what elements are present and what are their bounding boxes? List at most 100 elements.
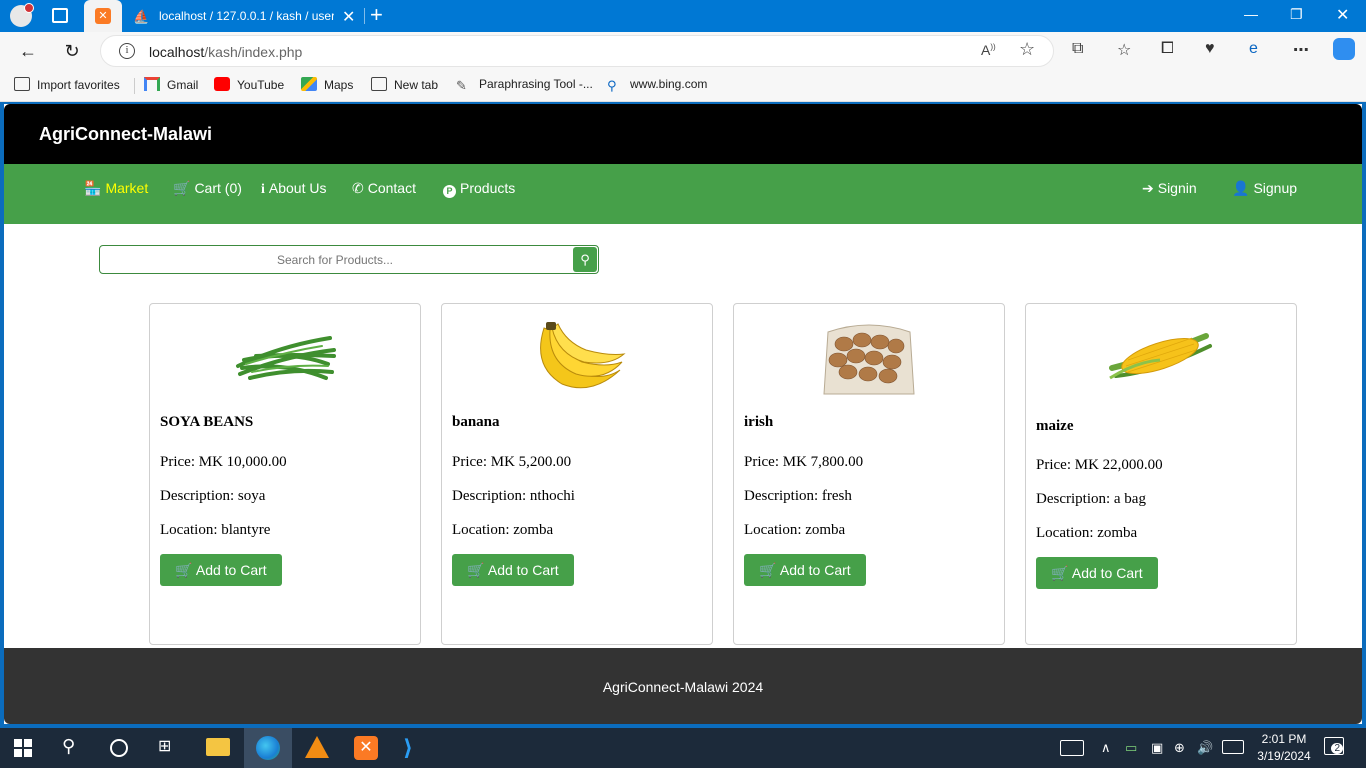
gmail-icon [144, 77, 160, 91]
taskbar: ⚲ ⊞ ✕ ⟩ ∧ ▭ ▣ ⊕ 🔊 2:01 PM 3/19/2024 2 [0, 728, 1366, 768]
product-card: SOYA BEANS Price: MK 10,000.00 Descripti… [149, 303, 421, 645]
tab-actions-icon[interactable] [52, 8, 68, 23]
favorites-bar: Import favorites Gmail YouTube Maps New … [0, 70, 1366, 102]
tab-xampp[interactable]: ✕ [84, 0, 122, 32]
keyboard-layout-icon[interactable] [1060, 740, 1084, 756]
vlc-icon[interactable] [305, 736, 329, 758]
network-icon[interactable]: ⊕ [1174, 740, 1185, 756]
site-title[interactable]: AgriConnect-Malawi [39, 124, 212, 145]
vscode-icon[interactable]: ⟩ [403, 736, 427, 760]
nav-signin[interactable]: ➔ Signin [1142, 180, 1197, 197]
read-aloud-icon[interactable]: A)) [981, 42, 996, 58]
site-info-icon[interactable]: i [119, 43, 135, 59]
search-button[interactable]: ⚲ [573, 247, 597, 272]
tab-active[interactable]: ⛵ localhost / 127.0.0.1 / kash / user ✕ [124, 4, 362, 32]
info-icon: i [261, 182, 265, 197]
refresh-icon[interactable]: ↻ [61, 40, 83, 62]
battery-icon[interactable]: ▭ [1125, 740, 1137, 756]
tray-chevron-icon[interactable]: ∧ [1101, 740, 1111, 756]
cart-icon: 🛒 [1051, 565, 1069, 581]
browser-titlebar: ✕ ⛵ localhost / 127.0.0.1 / kash / user … [0, 0, 1366, 32]
cart-icon: 🛒 [467, 562, 485, 578]
collections-icon[interactable]: ⧠ [1161, 40, 1174, 58]
favorite-youtube[interactable]: YouTube [214, 77, 284, 92]
new-tab-button[interactable]: + [370, 3, 383, 27]
product-location: Location: zomba [1036, 525, 1138, 541]
nav-signup[interactable]: 👤 Signup [1232, 180, 1297, 197]
favorite-newtab[interactable]: New tab [371, 77, 438, 92]
nav-market[interactable]: 🏪 Market [84, 180, 148, 197]
xampp-icon[interactable]: ✕ [354, 736, 378, 760]
favorite-bing[interactable]: ⚲ www.bing.com [607, 77, 707, 93]
cortana-icon[interactable] [110, 739, 128, 757]
green-beans-image [236, 336, 336, 380]
input-indicator-icon[interactable] [1222, 740, 1244, 754]
browser-essentials-icon[interactable]: ♥ [1205, 40, 1215, 58]
xampp-icon: ✕ [95, 8, 111, 24]
products-icon: P [443, 185, 456, 198]
maps-icon [301, 77, 317, 91]
favorite-import[interactable]: Import favorites [14, 77, 120, 92]
store-icon: 🏪 [84, 180, 102, 196]
tab-divider [364, 8, 365, 24]
notifications-icon[interactable]: 2 [1324, 737, 1344, 755]
product-card: irish Price: MK 7,800.00 Description: fr… [733, 303, 1005, 645]
cart-icon: 🛒 [759, 562, 777, 578]
product-location: Location: blantyre [160, 522, 271, 538]
windows-start-icon[interactable] [14, 739, 32, 757]
add-to-cart-button[interactable]: 🛒 Add to Cart [744, 554, 866, 586]
minimize-icon[interactable]: — [1244, 6, 1258, 22]
meet-now-icon[interactable]: ▣ [1151, 740, 1163, 756]
phone-icon: ✆ [352, 180, 364, 196]
volume-icon[interactable]: 🔊 [1197, 740, 1213, 756]
tab-close-icon[interactable]: ✕ [342, 7, 355, 27]
nav-cart[interactable]: 🛒 Cart (0) [173, 180, 242, 197]
import-icon [14, 77, 30, 91]
search-input[interactable] [100, 246, 570, 273]
nav-contact[interactable]: ✆ Contact [352, 180, 416, 197]
edge-browser-icon[interactable] [256, 736, 280, 760]
copilot-icon[interactable] [1333, 38, 1355, 60]
nav-products[interactable]: P Products [443, 180, 515, 198]
product-card: banana Price: MK 5,200.00 Description: n… [441, 303, 713, 645]
clock-time: 2:01 PM [1261, 732, 1307, 746]
profile-avatar-icon[interactable] [10, 3, 34, 27]
favorite-gmail[interactable]: Gmail [144, 77, 198, 92]
site-footer: AgriConnect-Malawi 2024 [4, 648, 1362, 724]
product-price: Price: MK 7,800.00 [744, 454, 864, 470]
search-icon[interactable]: ⚲ [62, 736, 86, 760]
task-view-icon[interactable]: ⊞ [158, 736, 182, 760]
product-name: irish [744, 414, 774, 430]
favorite-paraphrasing[interactable]: ✎ Paraphrasing Tool -... [456, 77, 593, 93]
back-arrow-icon[interactable]: ← [17, 40, 39, 62]
nav-about[interactable]: i About Us [261, 180, 326, 198]
file-explorer-icon[interactable] [206, 738, 230, 756]
add-to-cart-button[interactable]: 🛒 Add to Cart [160, 554, 282, 586]
window-close-icon[interactable]: ✕ [1336, 5, 1349, 25]
web-page: AgriConnect-Malawi 🏪 Market 🛒 Cart (0) i Ab… [4, 104, 1362, 724]
product-price: Price: MK 10,000.00 [160, 454, 287, 470]
favorites-icon[interactable]: ☆ [1117, 40, 1131, 60]
phpmyadmin-icon: ⛵ [133, 9, 150, 24]
url-text[interactable]: localhost/kash/index.php [149, 44, 302, 60]
cart-icon: 🛒 [175, 562, 193, 578]
product-description: Description: nthochi [452, 488, 575, 504]
footer-text: AgriConnect-Malawi 2024 [602, 679, 764, 695]
clock-date: 3/19/2024 [1257, 749, 1311, 763]
favorite-star-icon[interactable]: ☆ [1019, 39, 1035, 60]
taskbar-clock[interactable]: 2:01 PM 3/19/2024 [1256, 731, 1312, 765]
add-to-cart-button[interactable]: 🛒 Add to Cart [1036, 557, 1158, 589]
maximize-icon[interactable]: ❐ [1290, 6, 1303, 23]
product-location: Location: zomba [452, 522, 554, 538]
favorite-maps[interactable]: Maps [301, 77, 353, 92]
add-to-cart-button[interactable]: 🛒 Add to Cart [452, 554, 574, 586]
product-description: Description: a bag [1036, 491, 1146, 507]
more-menu-icon[interactable]: ⋯ [1293, 40, 1309, 60]
search-icon: ⚲ [580, 252, 590, 267]
site-header: AgriConnect-Malawi [4, 104, 1362, 164]
maize-cob-image [1109, 333, 1212, 380]
edge-feature-icon[interactable]: e [1249, 40, 1258, 58]
product-location: Location: zomba [744, 522, 846, 538]
address-bar[interactable]: i localhost/kash/index.php A)) ☆ [100, 35, 1054, 67]
split-screen-icon[interactable]: ⧉ [1072, 40, 1083, 58]
